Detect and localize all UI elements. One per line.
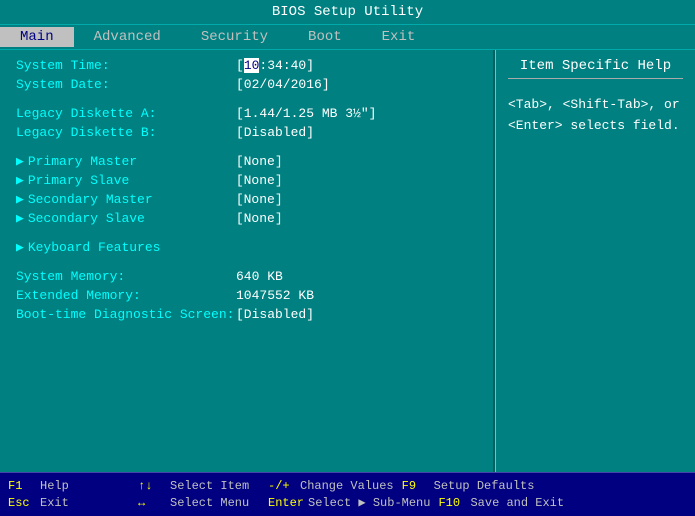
primary-master-value: [None] — [236, 154, 283, 169]
help-panel: Item Specific Help <Tab>, <Shift-Tab>, o… — [495, 50, 695, 472]
help-panel-text: <Tab>, <Shift-Tab>, or<Enter> selects fi… — [508, 95, 683, 137]
primary-master-label: Primary Master — [28, 154, 236, 169]
menu-item-security[interactable]: Security — [181, 27, 288, 47]
secondary-slave-label: Secondary Slave — [28, 211, 236, 226]
legacy-b-row: Legacy Diskette B: [Disabled] — [16, 125, 477, 140]
status-f1: F1 Help — [8, 479, 130, 493]
f10-desc: Save and Exit — [470, 496, 564, 510]
keyboard-features-arrow: ▶ — [16, 240, 24, 255]
f1-desc: Help — [40, 479, 130, 493]
boot-diag-value: [Disabled] — [236, 307, 314, 322]
enter-desc: Select ▶ Sub-Menu — [308, 495, 430, 510]
bios-container: BIOS Setup Utility Main Advanced Securit… — [0, 0, 695, 516]
system-memory-label: System Memory: — [16, 269, 236, 284]
legacy-b-label: Legacy Diskette B: — [16, 125, 236, 140]
secondary-slave-arrow: ▶ — [16, 211, 24, 226]
extended-memory-label: Extended Memory: — [16, 288, 236, 303]
system-date-row: System Date: [02/04/2016] — [16, 77, 477, 92]
menu-bar: Main Advanced Security Boot Exit — [0, 24, 695, 50]
primary-slave-arrow: ▶ — [16, 173, 24, 188]
primary-slave-value: [None] — [236, 173, 283, 188]
system-time-label: System Time: — [16, 58, 236, 73]
title-bar: BIOS Setup Utility — [0, 0, 695, 24]
secondary-slave-value: [None] — [236, 211, 283, 226]
status-enter: Enter Select ▶ Sub-Menu — [268, 495, 430, 510]
status-f9: F9 Setup Defaults — [402, 479, 535, 493]
status-line-2: Esc Exit ↔ Select Menu Enter Select ▶ Su… — [8, 494, 687, 511]
main-content: System Time: [10:34:40] System Date: [02… — [0, 50, 695, 472]
updown-key: ↑↓ — [138, 479, 166, 493]
keyboard-features-row[interactable]: ▶ Keyboard Features — [16, 240, 477, 255]
status-row: F1 Help ↑↓ Select Item -/+ Change Values… — [8, 478, 687, 511]
f10-key: F10 — [438, 496, 466, 510]
boot-diag-label: Boot-time Diagnostic Screen: — [16, 307, 236, 322]
status-updown: ↑↓ Select Item — [138, 479, 260, 493]
extended-memory-row: Extended Memory: 1047552 KB — [16, 288, 477, 303]
legacy-b-value: [Disabled] — [236, 125, 314, 140]
status-line-1: F1 Help ↑↓ Select Item -/+ Change Values… — [8, 478, 687, 494]
primary-slave-row[interactable]: ▶ Primary Slave [None] — [16, 173, 477, 188]
status-bar: F1 Help ↑↓ Select Item -/+ Change Values… — [0, 472, 695, 516]
primary-master-row[interactable]: ▶ Primary Master [None] — [16, 154, 477, 169]
system-memory-row: System Memory: 640 KB — [16, 269, 477, 284]
menu-item-advanced[interactable]: Advanced — [74, 27, 181, 47]
system-time-row: System Time: [10:34:40] — [16, 58, 477, 73]
legacy-a-row: Legacy Diskette A: [1.44/1.25 MB 3½"] — [16, 106, 477, 121]
extended-memory-value: 1047552 KB — [236, 288, 314, 303]
dash-plus-key: -/+ — [268, 479, 296, 493]
status-esc: Esc Exit — [8, 495, 130, 510]
f1-key: F1 — [8, 479, 36, 493]
leftright-key: ↔ — [138, 496, 166, 510]
bios-title: BIOS Setup Utility — [272, 4, 423, 20]
legacy-a-value: [1.44/1.25 MB 3½"] — [236, 106, 376, 121]
system-memory-value: 640 KB — [236, 269, 283, 284]
status-dashplus: -/+ Change Values — [268, 479, 394, 493]
esc-key: Esc — [8, 496, 36, 510]
menu-item-main[interactable]: Main — [0, 27, 74, 47]
left-panel: System Time: [10:34:40] System Date: [02… — [0, 50, 495, 472]
secondary-master-row[interactable]: ▶ Secondary Master [None] — [16, 192, 477, 207]
system-time-cursor: 10 — [244, 58, 260, 73]
f9-key: F9 — [402, 479, 430, 493]
secondary-slave-row[interactable]: ▶ Secondary Slave [None] — [16, 211, 477, 226]
updown-desc: Select Item — [170, 479, 260, 493]
system-time-value: [10:34:40] — [236, 58, 314, 73]
secondary-master-arrow: ▶ — [16, 192, 24, 207]
system-date-value: [02/04/2016] — [236, 77, 330, 92]
primary-slave-label: Primary Slave — [28, 173, 236, 188]
system-date-label: System Date: — [16, 77, 236, 92]
enter-key: Enter — [268, 496, 304, 510]
help-panel-title: Item Specific Help — [508, 58, 683, 79]
f9-desc: Setup Defaults — [434, 479, 535, 493]
status-f10: F10 Save and Exit — [438, 495, 564, 510]
dash-plus-desc: Change Values — [300, 479, 394, 493]
secondary-master-label: Secondary Master — [28, 192, 236, 207]
leftright-desc: Select Menu — [170, 496, 260, 510]
status-leftright: ↔ Select Menu — [138, 495, 260, 510]
keyboard-features-label: Keyboard Features — [28, 240, 161, 255]
primary-master-arrow: ▶ — [16, 154, 24, 169]
menu-item-exit[interactable]: Exit — [362, 27, 436, 47]
secondary-master-value: [None] — [236, 192, 283, 207]
boot-diag-row: Boot-time Diagnostic Screen: [Disabled] — [16, 307, 477, 322]
legacy-a-label: Legacy Diskette A: — [16, 106, 236, 121]
esc-desc: Exit — [40, 496, 130, 510]
menu-item-boot[interactable]: Boot — [288, 27, 362, 47]
